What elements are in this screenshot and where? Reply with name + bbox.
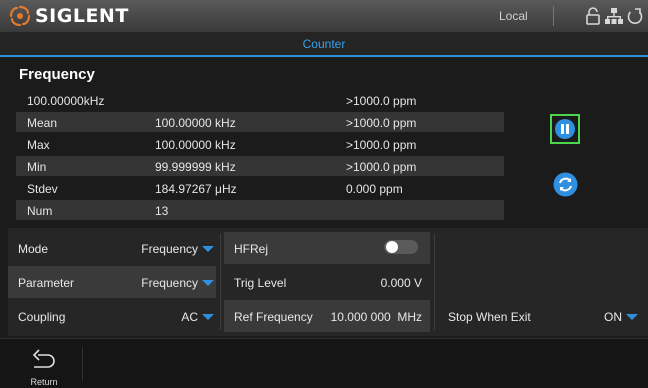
trig-level-value: 0.000 V <box>380 276 422 290</box>
measurement-row: Min 99.999999 kHz >1000.0 ppm <box>16 156 504 176</box>
toggle-knob <box>386 241 398 253</box>
row-label: Num <box>27 204 53 218</box>
row-label: Mean <box>27 116 58 130</box>
row-ppm: >1000.0 ppm <box>346 94 417 108</box>
coupling-label: Coupling <box>18 310 66 324</box>
pause-icon <box>555 119 575 139</box>
column-divider <box>434 234 435 330</box>
return-label: Return <box>30 377 58 387</box>
pause-button[interactable] <box>550 114 580 144</box>
mode-value: Frequency <box>141 242 198 256</box>
measurement-row: Max 100.00000 kHz >1000.0 ppm <box>16 134 504 154</box>
screen-title-bar: Counter <box>0 32 648 57</box>
row-value: 99.999999 kHz <box>155 160 236 174</box>
parameter-value: Frequency <box>141 276 198 290</box>
brand-logo: SIGLENT <box>8 4 129 28</box>
coupling-value: AC <box>181 310 198 324</box>
measurement-row: Stdev 184.97267 μHz 0.000 ppm <box>16 178 504 198</box>
row-label: Max <box>27 138 50 152</box>
mode-label: Mode <box>18 242 49 256</box>
row-value: 100.00000 kHz <box>155 138 236 152</box>
row-label: Min <box>27 160 47 174</box>
measurement-title: Frequency <box>19 66 95 83</box>
trig-level-setting[interactable]: Trig Level 0.000 V <box>224 266 430 298</box>
bottom-divider <box>82 347 83 381</box>
ref-frequency-value: 10.000 000 MHz <box>330 310 422 324</box>
ref-frequency-label: Ref Frequency <box>234 310 313 324</box>
brand-name: SIGLENT <box>35 5 129 27</box>
parameter-setting[interactable]: Parameter Frequency <box>8 266 216 298</box>
measurement-row: 100.00000kHz >1000.0 ppm <box>16 90 504 110</box>
return-button[interactable]: Return <box>24 347 64 387</box>
hfrej-toggle[interactable] <box>384 240 418 254</box>
row-value: 100.00000 kHz <box>155 116 236 130</box>
chevron-down-icon <box>202 246 214 252</box>
hfrej-label: HFRej <box>234 242 269 256</box>
measurement-row: Mean 100.00000 kHz >1000.0 ppm <box>16 112 504 132</box>
row-ppm: >1000.0 ppm <box>346 116 417 130</box>
return-arrow-icon <box>32 349 55 368</box>
stop-when-exit-label: Stop When Exit <box>448 310 531 324</box>
row-ppm: 0.000 ppm <box>346 182 403 196</box>
network-icon[interactable] <box>604 6 624 26</box>
chevron-down-icon <box>202 314 214 320</box>
row-value: 13 <box>155 204 169 218</box>
column-divider <box>220 234 221 330</box>
chevron-down-icon <box>202 280 214 286</box>
coupling-setting[interactable]: Coupling AC <box>8 300 216 332</box>
siglent-logo-icon <box>9 5 31 27</box>
row-ppm: >1000.0 ppm <box>346 160 417 174</box>
power-icon[interactable] <box>625 6 645 26</box>
trig-level-label: Trig Level <box>234 276 287 290</box>
chevron-down-icon <box>626 314 638 320</box>
stop-when-exit-value: ON <box>604 310 622 324</box>
unlock-icon[interactable] <box>583 6 603 26</box>
parameter-label: Parameter <box>18 276 75 290</box>
top-status-bar: SIGLENT Local <box>0 0 648 32</box>
ref-frequency-setting[interactable]: Ref Frequency 10.000 000 MHz <box>224 300 430 332</box>
row-label: 100.00000kHz <box>27 94 105 108</box>
measurement-row: Num 13 <box>16 200 504 220</box>
row-ppm: >1000.0 ppm <box>346 138 417 152</box>
screen-title: Counter <box>302 37 346 51</box>
bottom-bar: Return <box>0 338 648 388</box>
mode-setting[interactable]: Mode Frequency <box>8 232 216 264</box>
status-divider <box>553 6 554 26</box>
remote-mode-label: Local <box>499 9 528 23</box>
row-label: Stdev <box>27 182 58 196</box>
stop-when-exit-setting[interactable]: Stop When Exit ON <box>438 300 640 332</box>
row-value: 184.97267 μHz <box>155 182 237 196</box>
refresh-icon[interactable] <box>553 172 578 197</box>
